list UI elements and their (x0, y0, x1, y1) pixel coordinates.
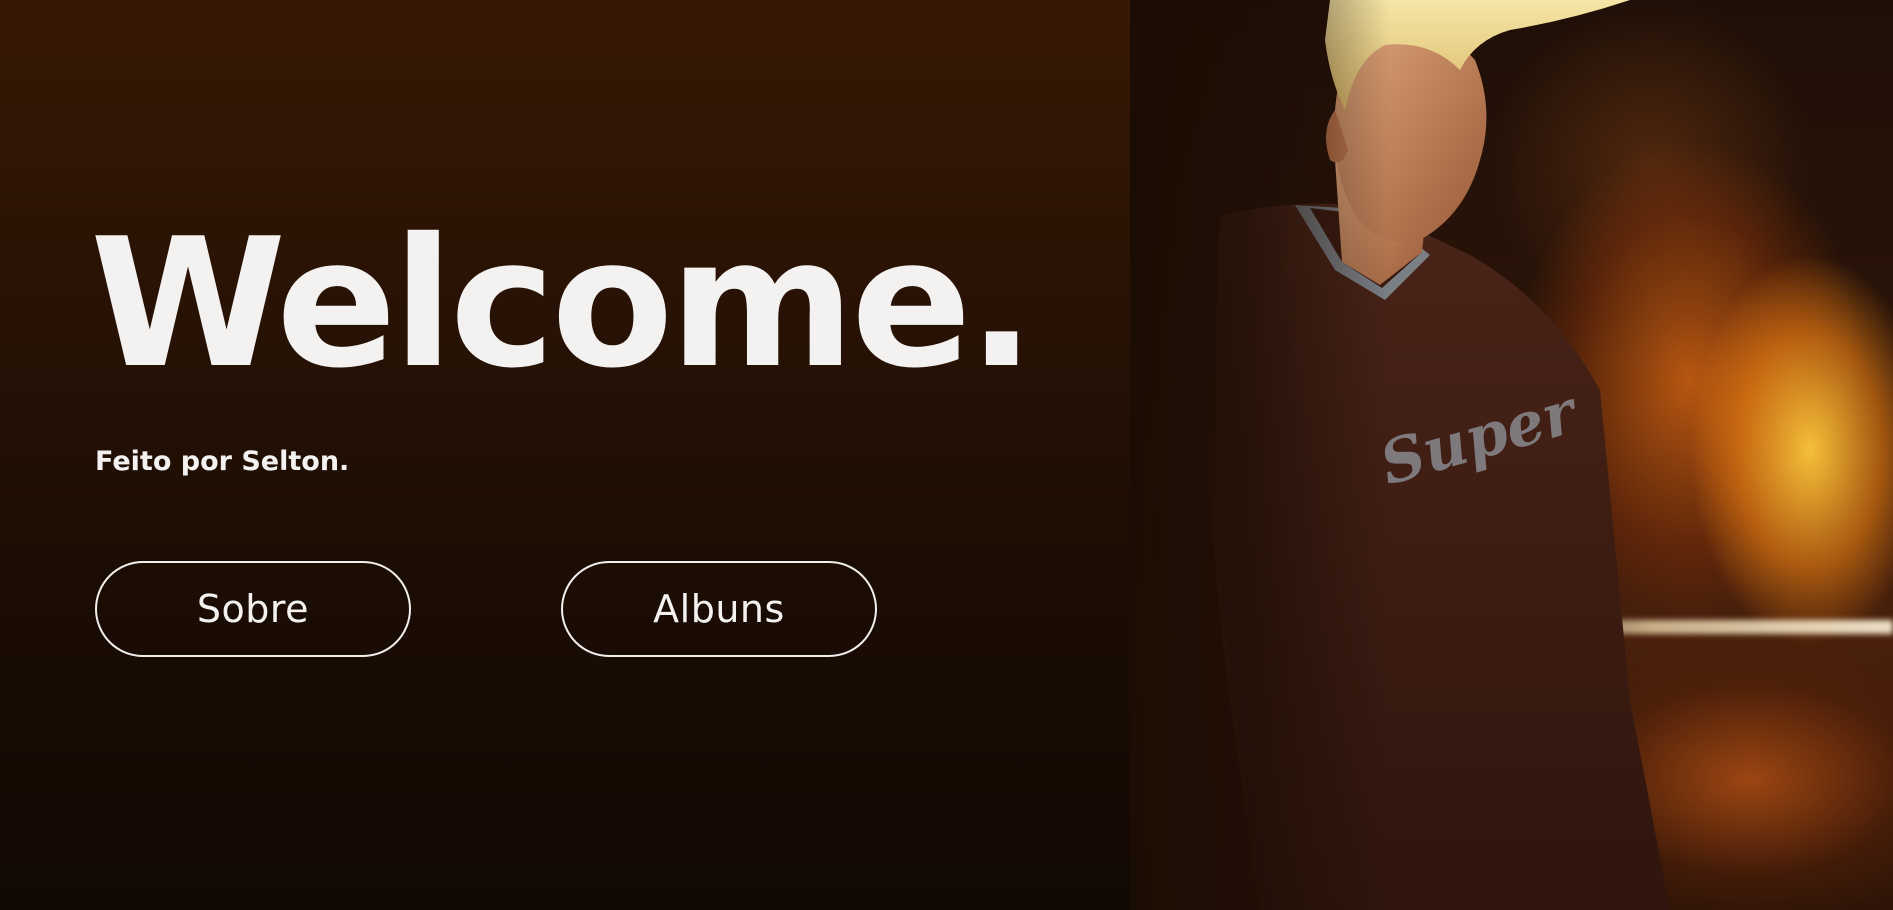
page-subtitle: Feito por Selton. (95, 446, 350, 477)
albuns-button[interactable]: Albuns (561, 561, 877, 657)
hero-section: Welcome. Feito por Selton. Sobre Albuns … (0, 0, 1893, 910)
page-title: Welcome. (90, 200, 1035, 407)
photo-fade-overlay (1130, 0, 1390, 910)
hero-photo (1130, 0, 1893, 910)
sobre-button[interactable]: Sobre (95, 561, 411, 657)
